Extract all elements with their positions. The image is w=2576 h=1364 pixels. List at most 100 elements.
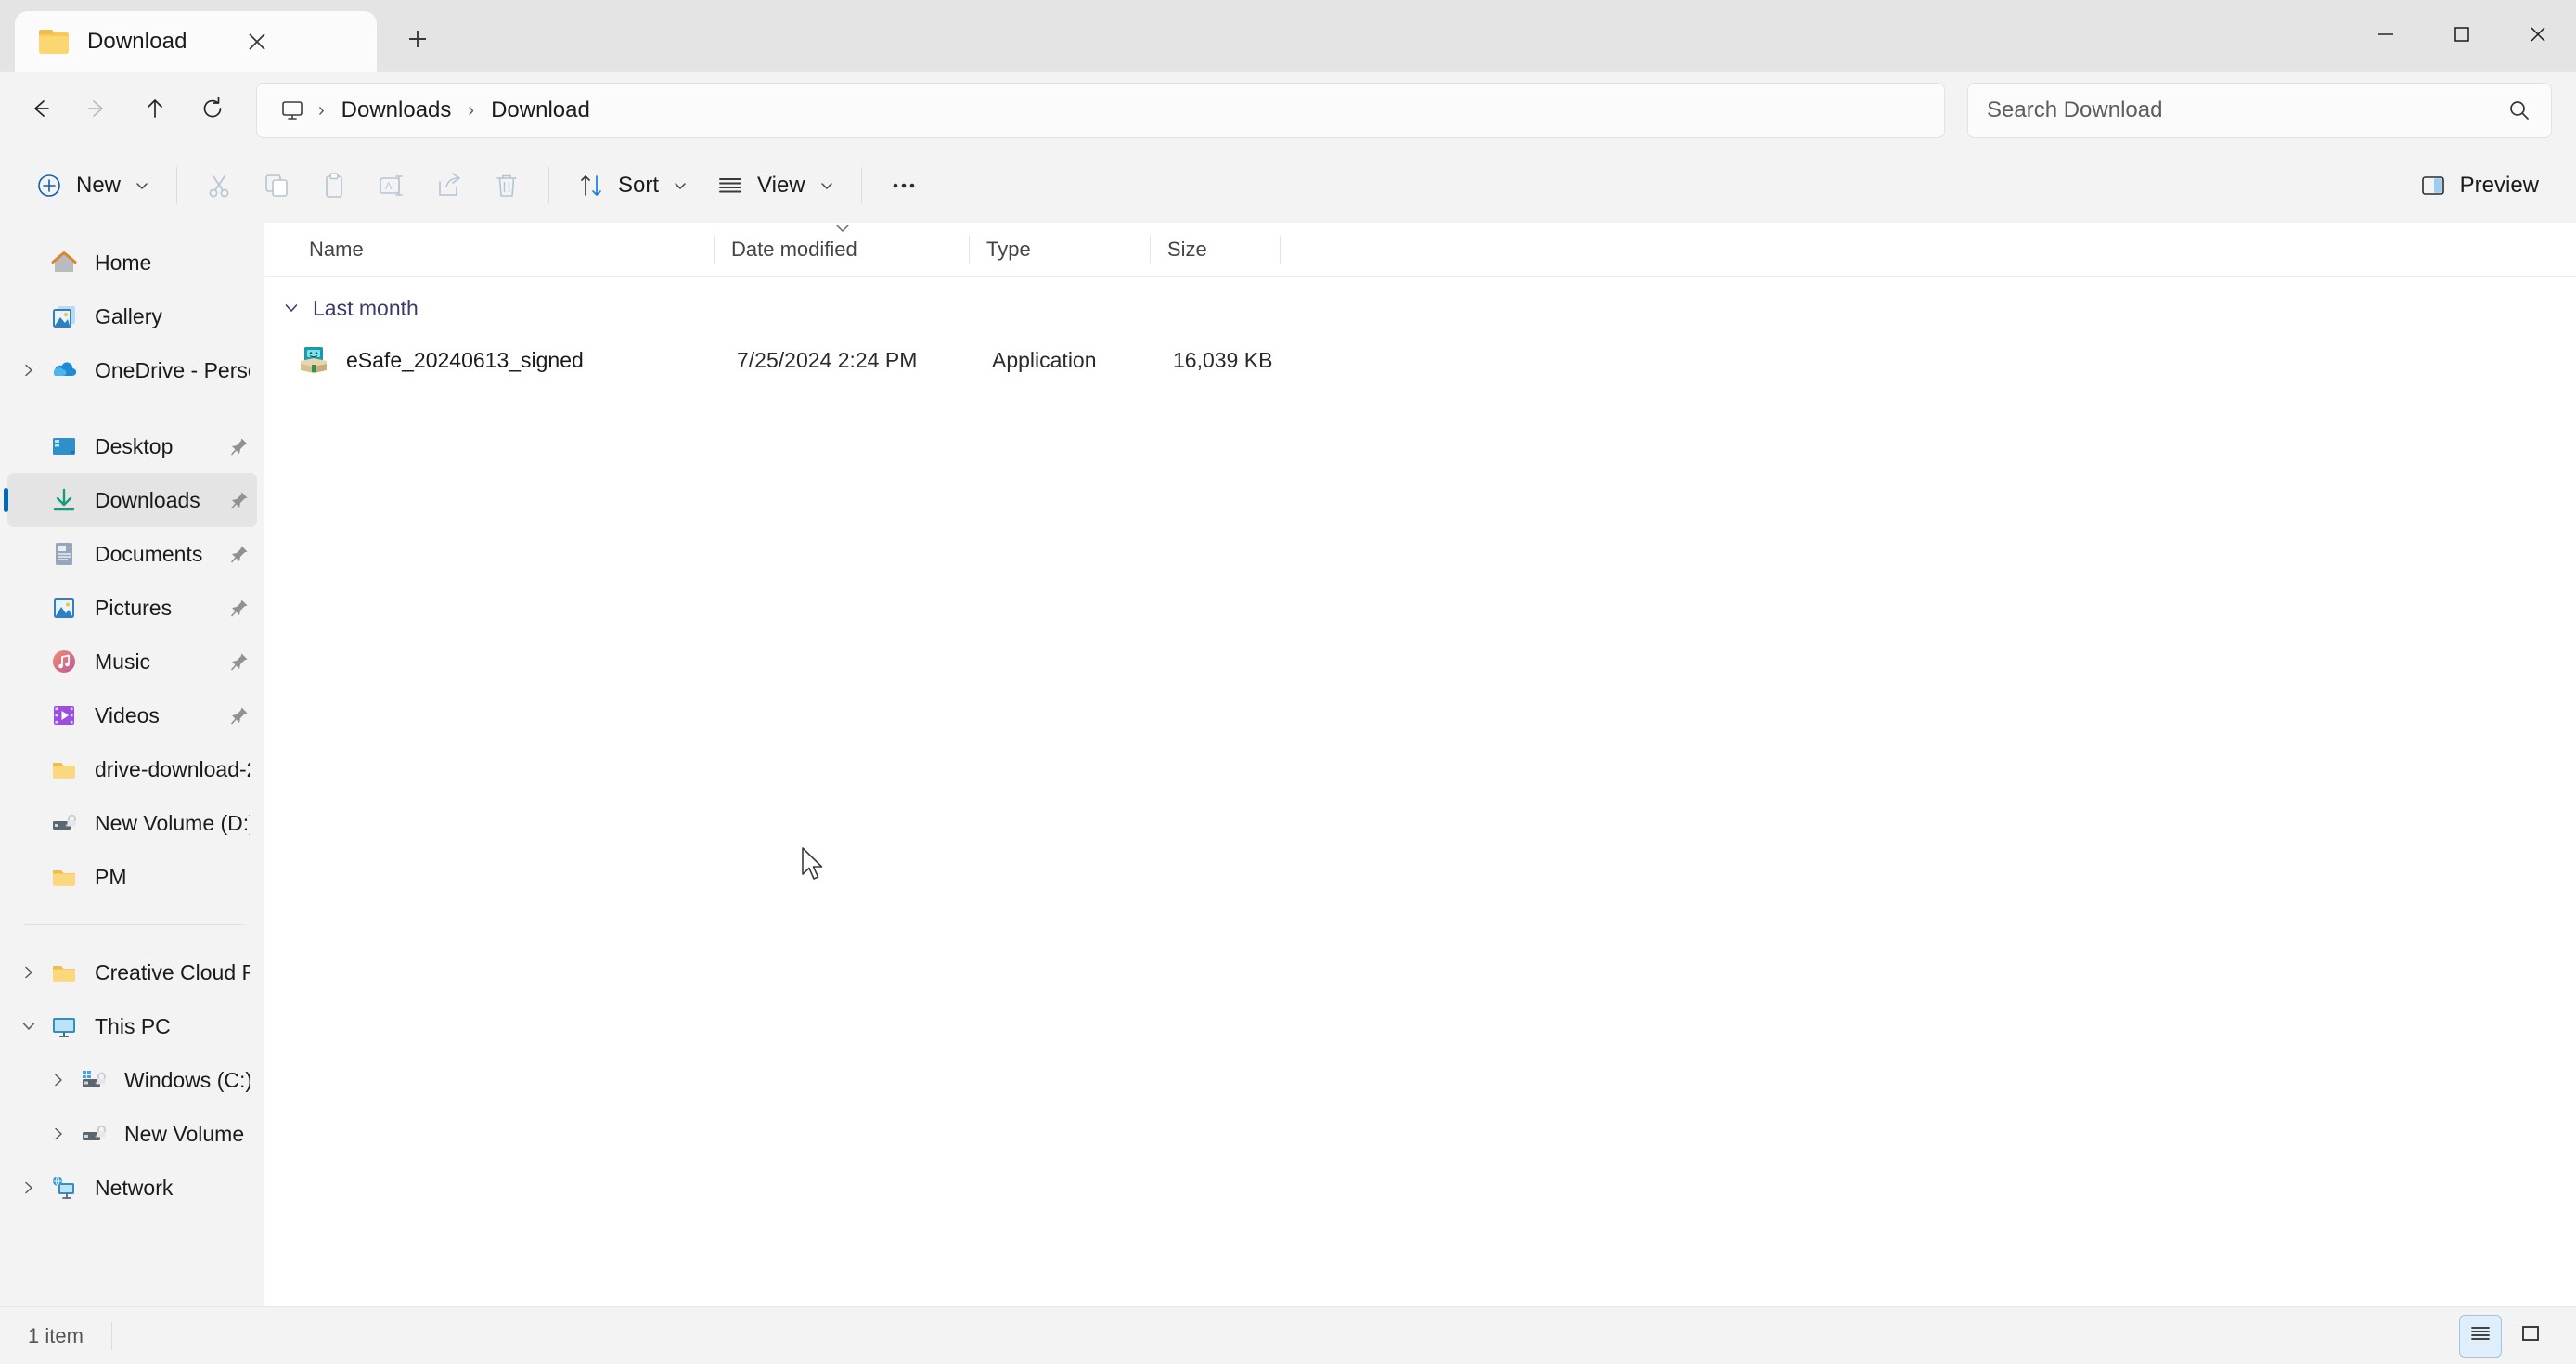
new-tab-button[interactable] (393, 17, 442, 65)
chevron-right-icon[interactable] (13, 354, 45, 386)
new-button[interactable]: New (20, 157, 163, 214)
large-icons-view-button[interactable] (2509, 1315, 2552, 1358)
chevron-right-icon[interactable] (13, 957, 45, 988)
maximize-button[interactable] (2424, 0, 2500, 72)
pin-icon[interactable] (224, 651, 250, 672)
sidebar-item-label: PM (95, 864, 127, 889)
table-row[interactable]: eSafe_20240613_signed 7/25/2024 2:24 PM … (270, 334, 2569, 386)
command-divider (176, 167, 178, 204)
file-date-modified-cell: 7/25/2024 2:24 PM (737, 347, 918, 372)
pin-icon[interactable] (224, 436, 250, 457)
search-icon[interactable] (2506, 97, 2532, 123)
command-divider (860, 167, 862, 204)
chevron-down-icon (134, 177, 150, 194)
sidebar-item-creative-cloud-files[interactable]: Creative Cloud Files (7, 946, 257, 999)
chevron-right-icon[interactable] (13, 1172, 45, 1203)
breadcrumb-separator: › (468, 99, 475, 121)
svg-text:A: A (385, 181, 393, 192)
pin-icon[interactable] (224, 544, 250, 564)
up-button[interactable] (126, 82, 184, 139)
sidebar-item-downloads[interactable]: Downloads (4, 473, 257, 527)
sidebar-item-new-volume-d[interactable]: New Volume (D:) (7, 796, 257, 850)
sidebar-item-network[interactable]: Network (7, 1161, 257, 1215)
copy-button (248, 157, 305, 214)
sidebar-item-onedrive[interactable]: OneDrive - Persona (7, 343, 257, 397)
file-size-cell: 16,039 KB (1173, 347, 1273, 372)
up-arrow-icon (141, 95, 169, 127)
column-header-date-modified[interactable]: Date modified (715, 223, 970, 277)
column-header-size[interactable]: Size (1151, 223, 1281, 277)
preview-button[interactable]: Preview (2404, 157, 2552, 214)
back-arrow-icon (26, 95, 54, 127)
chevron-right-icon[interactable] (43, 1064, 74, 1096)
back-button[interactable] (11, 82, 69, 139)
close-window-button[interactable] (2500, 0, 2576, 72)
refresh-button[interactable] (184, 82, 241, 139)
sidebar-item-videos[interactable]: Videos (7, 688, 257, 742)
preview-pane-icon (2417, 170, 2449, 201)
breadcrumb-item-downloads[interactable]: Downloads (330, 92, 463, 129)
sort-descending-icon (832, 221, 853, 236)
plus-circle-icon (33, 170, 65, 201)
command-bar: New A Sort View Preview (0, 148, 2576, 223)
sidebar-item-pm[interactable]: PM (7, 850, 257, 904)
view-toggle-group (2459, 1314, 2552, 1358)
file-list-pane[interactable]: Name Date modified Type Size Last month … (264, 223, 2576, 1306)
sort-button[interactable]: Sort (562, 157, 702, 214)
minimize-icon (2376, 24, 2396, 49)
installer-icon (298, 344, 329, 376)
view-button[interactable]: View (702, 157, 848, 214)
column-header-label: Name (309, 237, 364, 261)
desktop-icon (48, 431, 80, 462)
close-icon[interactable] (236, 20, 278, 63)
view-button-label: View (757, 173, 805, 198)
videos-icon (48, 700, 80, 731)
pictures-icon (48, 592, 80, 624)
sidebar-item-label: Pictures (95, 595, 173, 620)
list-lines-icon (715, 170, 746, 201)
pin-icon[interactable] (224, 598, 250, 618)
monitor-icon[interactable] (272, 90, 313, 131)
paste-button (305, 157, 363, 214)
details-view-icon (2468, 1321, 2492, 1350)
tab-download[interactable]: Download (15, 11, 377, 72)
search-input[interactable] (1987, 97, 2506, 123)
more-options-button[interactable] (875, 157, 933, 214)
details-view-button[interactable] (2459, 1314, 2502, 1358)
column-header-name[interactable]: Name (292, 223, 715, 277)
sidebar-item-label: Videos (95, 702, 160, 727)
breadcrumb[interactable]: › Downloads › Download (256, 83, 1945, 138)
window-controls (2348, 0, 2576, 72)
new-button-label: New (76, 173, 122, 198)
sidebar-item-gallery[interactable]: Gallery (7, 290, 257, 343)
documents-icon (48, 538, 80, 570)
minimize-button[interactable] (2348, 0, 2424, 72)
sidebar-item-label: New Volume (D:) (95, 810, 250, 835)
sidebar-item-windows-c[interactable]: Windows (C:) (7, 1053, 257, 1107)
windows-drive-icon (78, 1064, 109, 1096)
group-header-last-month[interactable]: Last month (264, 282, 2576, 334)
sidebar-item-this-pc[interactable]: This PC (7, 999, 257, 1053)
sidebar-item-music[interactable]: Music (7, 635, 257, 688)
breadcrumb-item-download[interactable]: Download (480, 92, 601, 129)
sidebar-item-documents[interactable]: Documents (7, 527, 257, 581)
chevron-down-icon[interactable] (13, 1010, 45, 1042)
column-header-label: Type (986, 237, 1031, 261)
large-icons-view-icon (2518, 1321, 2543, 1350)
pin-icon[interactable] (224, 490, 250, 510)
navigation-pane[interactable]: Home Gallery OneDrive - Pers Desktop Dow… (0, 223, 264, 1306)
pin-icon[interactable] (224, 705, 250, 726)
sidebar-item-new-volume-d-nested[interactable]: New Volume (D:) (7, 1107, 257, 1161)
title-bar: Download (0, 0, 2576, 72)
column-header-type[interactable]: Type (970, 223, 1151, 277)
downloads-icon (48, 484, 80, 516)
column-header-label: Date modified (731, 237, 857, 261)
sidebar-item-drive-download[interactable]: drive-download-20 (7, 742, 257, 796)
sidebar-item-desktop[interactable]: Desktop (7, 419, 257, 473)
search-box[interactable] (1967, 83, 2552, 138)
file-name-cell: eSafe_20240613_signed (298, 344, 720, 376)
sidebar-item-pictures[interactable]: Pictures (7, 581, 257, 635)
sidebar-item-home[interactable]: Home (7, 236, 257, 290)
chevron-right-icon[interactable] (43, 1118, 74, 1150)
chevron-down-icon[interactable] (276, 299, 307, 317)
